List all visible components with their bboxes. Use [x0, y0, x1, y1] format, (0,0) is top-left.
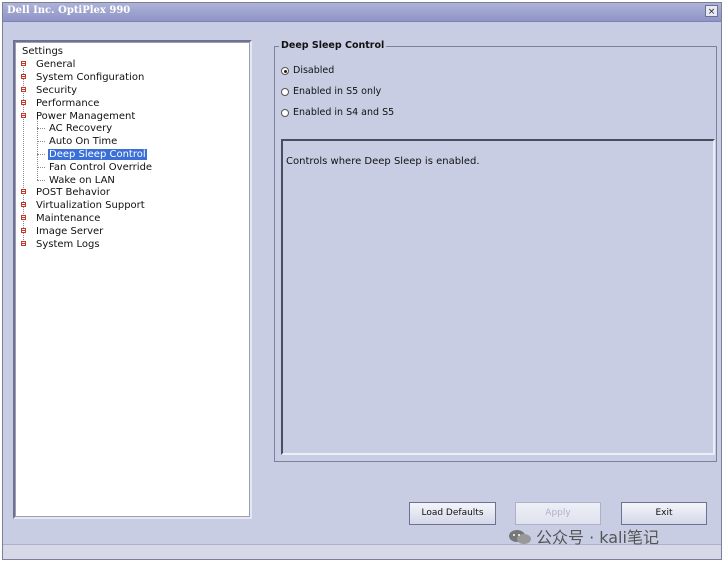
radio-icon	[281, 87, 289, 96]
radio-enabled-s5-only[interactable]: Enabled in S5 only	[281, 86, 381, 97]
tree-item-virtualization-support[interactable]: Virtualization Support	[35, 199, 146, 212]
plus-box-icon[interactable]	[21, 215, 26, 220]
description-text: Controls where Deep Sleep is enabled.	[286, 156, 480, 167]
radio-icon	[281, 108, 289, 117]
tree-item-deep-sleep-control[interactable]: Deep Sleep Control	[47, 148, 148, 161]
radio-disabled[interactable]: Disabled	[281, 65, 334, 76]
group-title: Deep Sleep Control	[279, 40, 387, 51]
radio-label: Disabled	[293, 65, 335, 76]
load-defaults-button[interactable]: Load Defaults	[409, 502, 496, 525]
plus-box-icon[interactable]	[21, 87, 26, 92]
plus-box-icon[interactable]	[21, 202, 26, 207]
radio-enabled-s4-s5[interactable]: Enabled in S4 and S5	[281, 107, 394, 118]
radio-label: Enabled in S4 and S5	[293, 107, 395, 118]
plus-box-icon[interactable]	[21, 61, 26, 66]
bios-window: Dell Inc. OptiPlex 990 × Settings Genera…	[2, 2, 722, 560]
title-bar: Dell Inc. OptiPlex 990 ×	[3, 3, 721, 22]
tree-item-system-configuration[interactable]: System Configuration	[35, 71, 145, 84]
plus-box-icon[interactable]	[21, 100, 26, 105]
tree-line	[37, 154, 45, 155]
apply-button[interactable]: Apply	[515, 502, 601, 525]
tree-item-image-server[interactable]: Image Server	[35, 225, 104, 238]
tree-line	[37, 128, 45, 129]
tree-line	[37, 141, 45, 142]
plus-box-icon[interactable]	[21, 189, 26, 194]
radio-label: Enabled in S5 only	[293, 86, 382, 97]
tree-root-settings[interactable]: Settings	[21, 45, 64, 58]
minus-box-icon[interactable]	[21, 113, 26, 118]
window-title: Dell Inc. OptiPlex 990	[7, 5, 131, 16]
tree-item-auto-on-time[interactable]: Auto On Time	[48, 135, 118, 148]
tree-item-general[interactable]: General	[35, 58, 76, 71]
close-button[interactable]: ×	[705, 5, 718, 17]
tree-item-maintenance[interactable]: Maintenance	[35, 212, 101, 225]
tree-line	[37, 167, 45, 168]
settings-tree[interactable]: Settings General System Configuration Se…	[13, 40, 252, 519]
tree-line	[37, 180, 45, 181]
watermark: 公众号 · kali笔记	[508, 524, 659, 548]
plus-box-icon[interactable]	[21, 74, 26, 79]
exit-button[interactable]: Exit	[621, 502, 707, 525]
tree-item-fan-control-override[interactable]: Fan Control Override	[48, 161, 153, 174]
tree-item-post-behavior[interactable]: POST Behavior	[35, 186, 111, 199]
tree-item-ac-recovery[interactable]: AC Recovery	[48, 122, 113, 135]
plus-box-icon[interactable]	[21, 228, 26, 233]
watermark-text: 公众号 · kali笔记	[536, 528, 659, 547]
wechat-icon	[509, 530, 531, 544]
plus-box-icon[interactable]	[21, 241, 26, 246]
tree-item-performance[interactable]: Performance	[35, 97, 100, 110]
tree-item-security[interactable]: Security	[35, 84, 78, 97]
tree-item-system-logs[interactable]: System Logs	[35, 238, 101, 251]
description-box: Controls where Deep Sleep is enabled.	[281, 139, 715, 455]
radio-icon	[281, 66, 289, 75]
